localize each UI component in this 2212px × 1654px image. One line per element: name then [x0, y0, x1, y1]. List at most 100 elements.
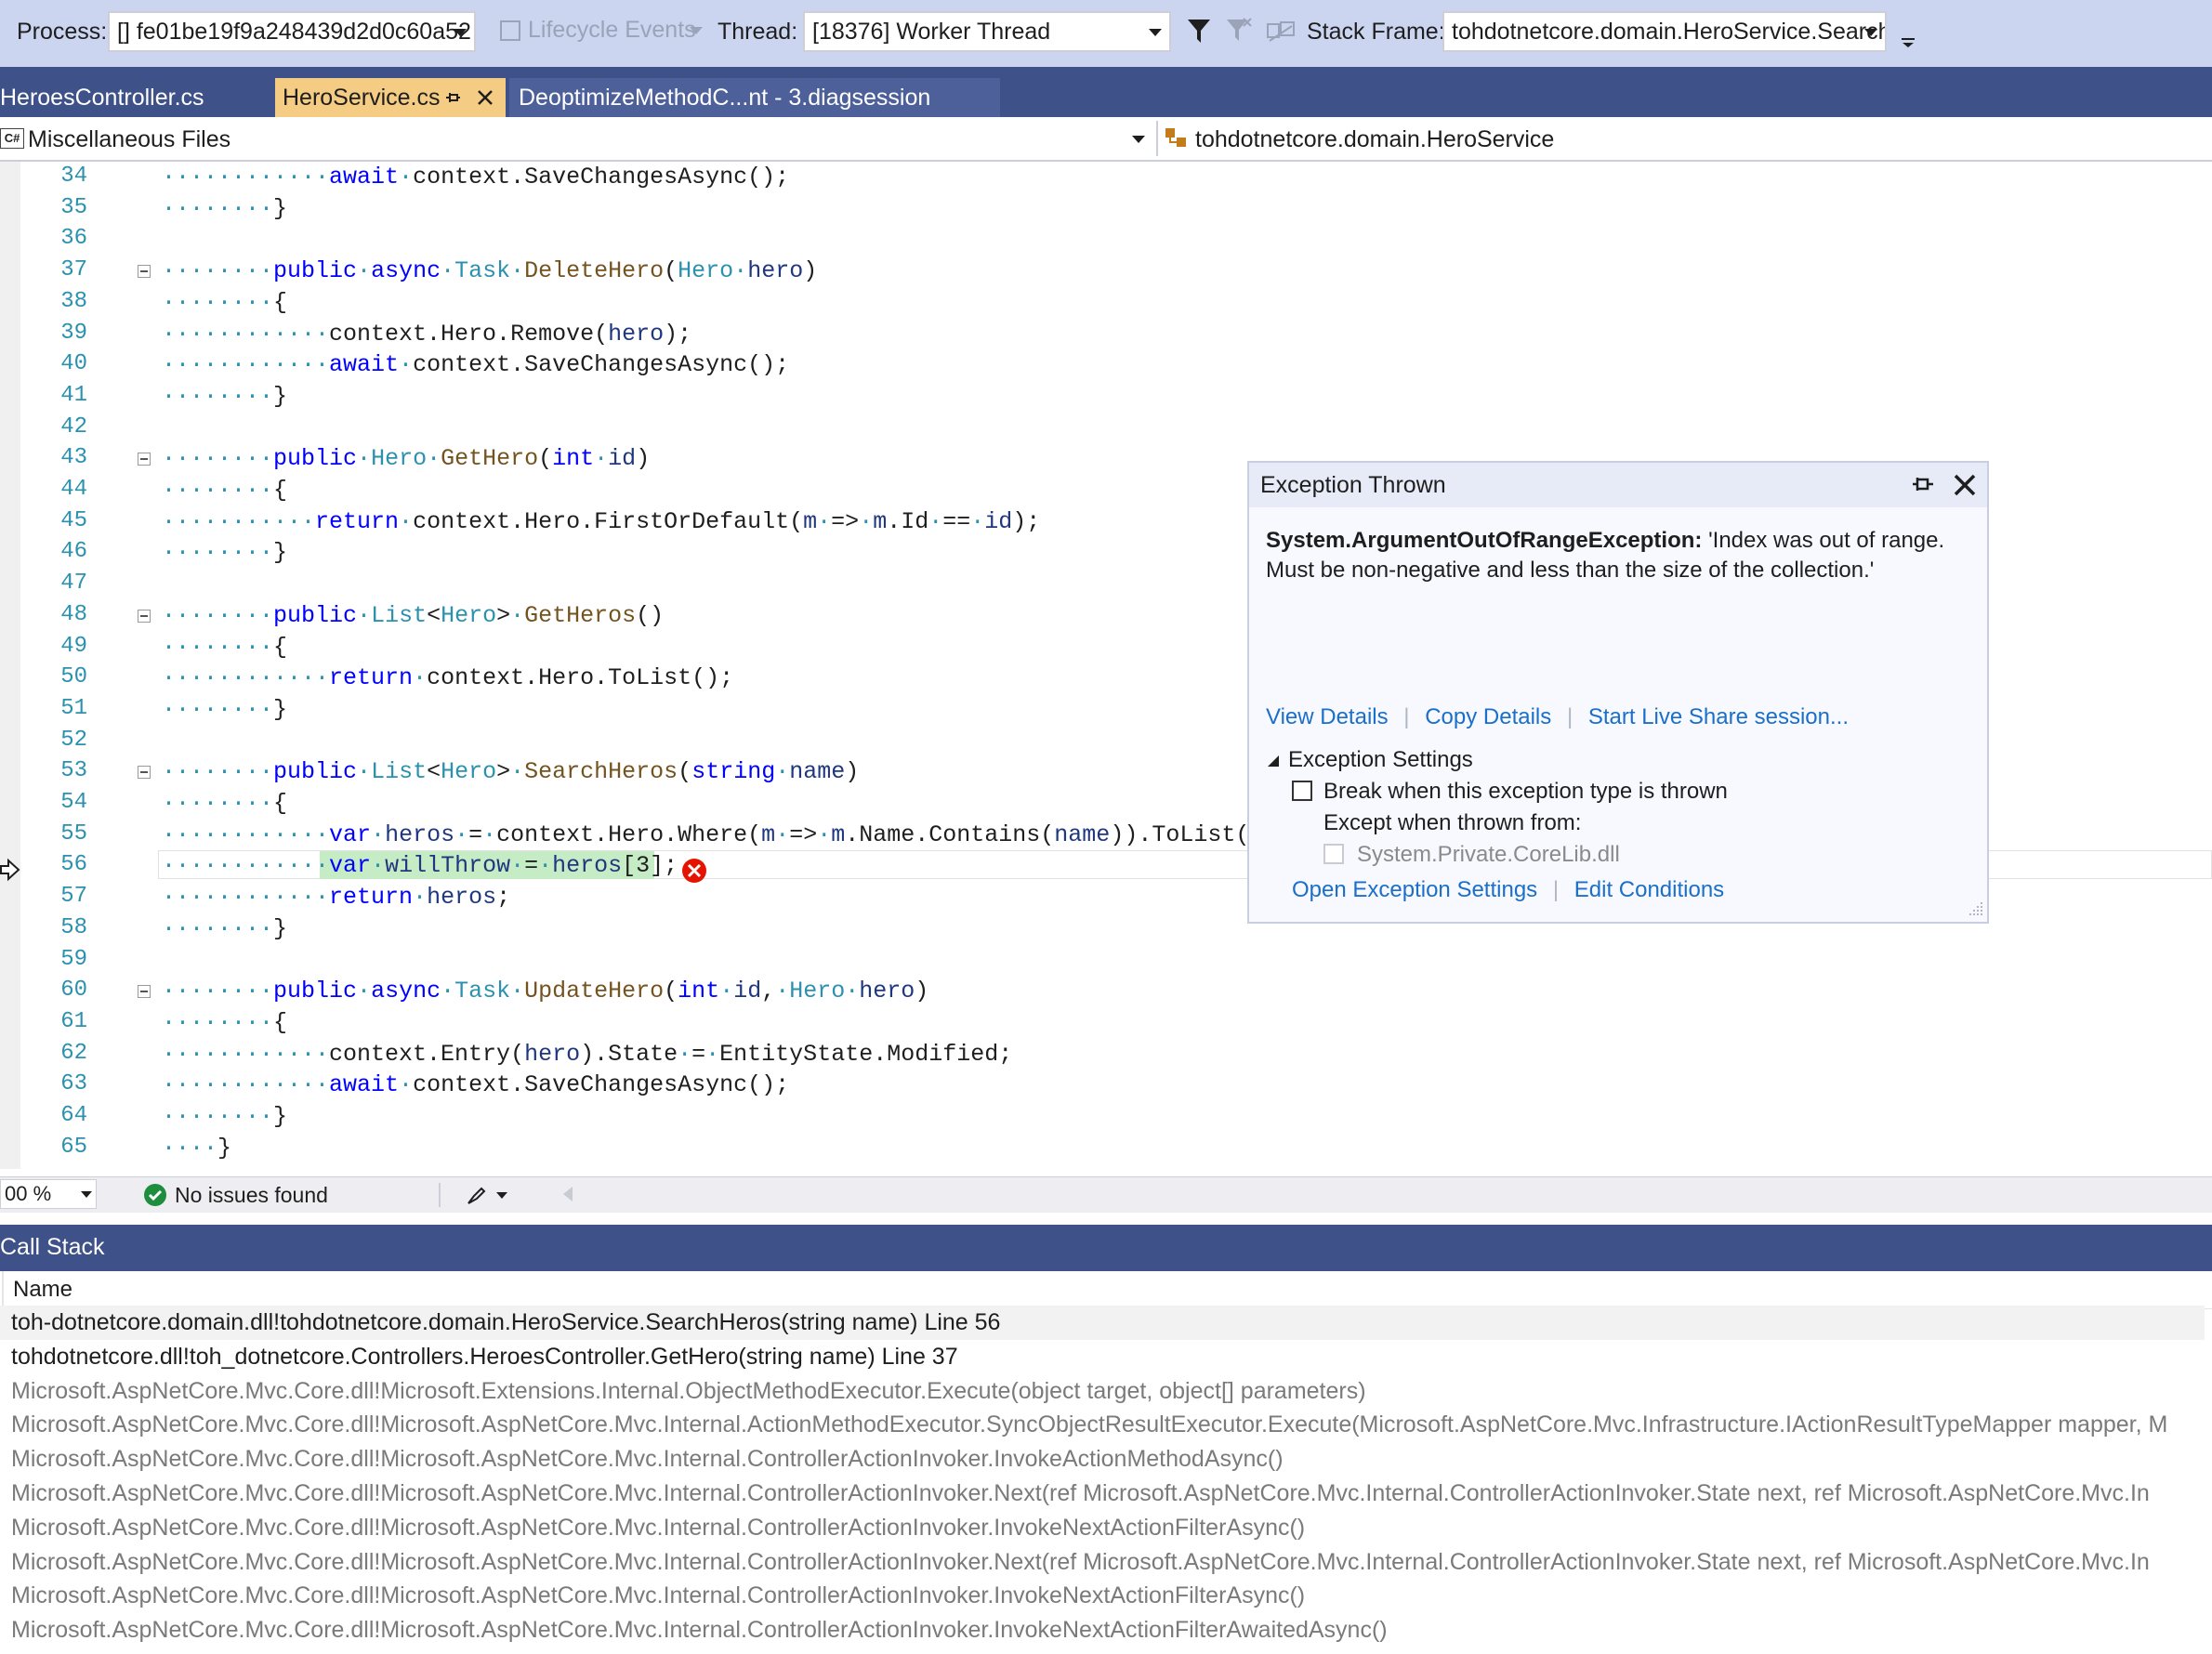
filter-remove-icon[interactable]: [1225, 17, 1253, 46]
filter-icon[interactable]: [1186, 17, 1212, 46]
call-stack-row[interactable]: Microsoft.AspNetCore.Mvc.Core.dll!Micros…: [11, 1511, 2205, 1545]
flag-threads-icon[interactable]: [1266, 19, 1296, 45]
close-icon[interactable]: [476, 88, 494, 107]
call-stack-row[interactable]: Microsoft.AspNetCore.Mvc.Core.dll!Micros…: [11, 1545, 2205, 1580]
collapse-toggle[interactable]: [138, 609, 151, 623]
code-line: ············context.Hero.Remove(hero);: [162, 320, 692, 348]
code-line: ········{: [162, 790, 288, 817]
line-number: 40: [60, 351, 87, 377]
debug-location-toolbar: Process: [] fe01be19f9a248439d2d0c60a52 …: [0, 0, 2212, 67]
thread-dropdown[interactable]: [18376] Worker Thread: [803, 11, 1171, 52]
lifecycle-label: Lifecycle Events: [528, 17, 696, 43]
collapse-toggle[interactable]: [138, 265, 151, 279]
expander-icon: [1268, 755, 1279, 767]
line-number: 60: [60, 978, 87, 1004]
view-details-link[interactable]: View Details: [1266, 704, 1389, 729]
line-number: 39: [60, 320, 87, 346]
chevron-down-icon: [1132, 136, 1145, 143]
edit-conditions-link[interactable]: Edit Conditions: [1574, 877, 1724, 902]
class-dropdown[interactable]: tohdotnetcore.domain.HeroService: [1162, 117, 2212, 160]
toolbar-overflow-icon[interactable]: [1900, 37, 1916, 48]
lifecycle-events-dropdown[interactable]: Lifecycle Events: [493, 11, 710, 52]
line-number: 59: [60, 946, 87, 972]
collapse-toggle[interactable]: [138, 766, 151, 780]
code-line: ········}: [162, 1103, 288, 1130]
pin-icon[interactable]: [444, 89, 461, 106]
separator: |: [1403, 704, 1410, 729]
collapse-toggle[interactable]: [138, 985, 151, 999]
tab-diagsession[interactable]: DeoptimizeMethodC...nt - 3.diagsession: [509, 78, 1000, 117]
call-stack-row-current[interactable]: toh-dotnetcore.domain.dll!tohdotnetcore.…: [0, 1306, 2205, 1340]
call-stack-row[interactable]: tohdotnetcore.dll!toh_dotnetcore.Control…: [11, 1340, 2205, 1374]
call-stack-row[interactable]: Microsoft.AspNetCore.Mvc.Core.dll!Micros…: [11, 1374, 2205, 1409]
process-dropdown[interactable]: [] fe01be19f9a248439d2d0c60a52: [108, 11, 476, 52]
scroll-left-icon[interactable]: [563, 1187, 573, 1201]
line-number: 52: [60, 727, 87, 753]
copy-details-link[interactable]: Copy Details: [1425, 704, 1551, 729]
code-line: ········{: [162, 288, 288, 316]
tab-label: HeroesController.cs: [0, 85, 204, 111]
status-divider: [439, 1183, 441, 1207]
code-line: ········{: [162, 633, 288, 661]
code-line: ············await·context.SaveChangesAsy…: [162, 1071, 790, 1099]
call-stack-row[interactable]: Microsoft.AspNetCore.Mvc.Core.dll!Micros…: [11, 1579, 2205, 1613]
resize-grip-icon[interactable]: [1967, 899, 1985, 918]
code-line: ········public·async·Task·DeleteHero(Her…: [162, 257, 818, 285]
stack-frame-dropdown[interactable]: tohdotnetcore.domain.HeroService.SearchH: [1442, 11, 1887, 52]
stack-frame-label: Stack Frame:: [1307, 19, 1445, 45]
call-stack-title: Call Stack: [0, 1234, 105, 1260]
line-number: 44: [60, 477, 87, 502]
tab-label: HeroService.cs: [283, 85, 441, 111]
error-icon[interactable]: [680, 857, 708, 885]
line-number: 50: [60, 664, 87, 690]
thread-label: Thread:: [718, 19, 798, 45]
code-line: ········{: [162, 477, 288, 504]
indicator-margin[interactable]: [0, 162, 20, 1176]
line-number: 41: [60, 382, 87, 408]
exception-message-line2: Must be non-negative and less than the s…: [1266, 558, 1875, 583]
zoom-dropdown[interactable]: 00 %: [0, 1179, 97, 1209]
tab-heroservice[interactable]: HeroService.cs: [275, 78, 506, 117]
project-dropdown[interactable]: C# Miscellaneous Files: [0, 117, 1151, 160]
chevron-down-icon: [81, 1191, 92, 1198]
code-line: ············await·context.SaveChangesAsy…: [162, 164, 790, 190]
current-statement-arrow-icon: [0, 858, 20, 882]
line-number: 56: [60, 852, 87, 878]
break-when-thrown-label: Break when this exception type is thrown: [1323, 779, 1728, 804]
live-share-link[interactable]: Start Live Share session...: [1588, 704, 1849, 729]
collapse-toggle[interactable]: [138, 453, 151, 466]
code-line: ····}: [162, 1134, 232, 1162]
thread-value: [18376] Worker Thread: [812, 19, 1051, 45]
chevron-down-icon: [1149, 29, 1162, 36]
column-divider: [2, 1271, 4, 1308]
tab-heroescontroller[interactable]: HeroesController.cs: [0, 78, 275, 117]
call-stack-row[interactable]: Microsoft.AspNetCore.Mvc.Core.dll!Micros…: [11, 1613, 2205, 1647]
code-cleanup-icon[interactable]: [465, 1183, 513, 1207]
code-line: ········}: [162, 194, 288, 222]
line-number: 48: [60, 601, 87, 627]
check-circle-icon: [144, 1184, 166, 1206]
process-label: Process:: [17, 19, 108, 45]
corelib-label: System.Private.CoreLib.dll: [1357, 842, 1620, 867]
column-name-header[interactable]: Name: [13, 1277, 72, 1303]
code-line: ············await·context.SaveChangesAsy…: [162, 351, 790, 379]
call-stack-row[interactable]: Microsoft.AspNetCore.Mvc.Core.dll!Micros…: [11, 1442, 2205, 1477]
close-icon[interactable]: [1952, 472, 1978, 498]
pin-icon[interactable]: [1911, 474, 1935, 494]
call-stack-row[interactable]: Microsoft.AspNetCore.Mvc.Core.dll!Micros…: [11, 1477, 2205, 1511]
break-when-thrown-checkbox[interactable]: [1292, 781, 1312, 801]
stack-frame-value: tohdotnetcore.domain.HeroService.SearchH: [1452, 19, 1887, 45]
line-number: 64: [60, 1103, 87, 1128]
line-number: 61: [60, 1008, 87, 1034]
exception-actions: View Details | Copy Details | Start Live…: [1266, 704, 1849, 730]
issues-status[interactable]: No issues found: [175, 1183, 328, 1208]
call-stack-row[interactable]: Microsoft.AspNetCore.Mvc.Core.dll!Micros…: [11, 1408, 2205, 1442]
process-value: [] fe01be19f9a248439d2d0c60a52: [117, 19, 471, 45]
line-number: 45: [60, 507, 87, 533]
open-exception-settings-link[interactable]: Open Exception Settings: [1292, 877, 1537, 902]
code-line: ········public·List<Hero>·SearchHeros(st…: [162, 758, 860, 786]
exception-settings-expander[interactable]: Exception Settings: [1268, 747, 1473, 773]
exception-message: System.ArgumentOutOfRangeException: 'Ind…: [1266, 526, 1972, 585]
corelib-checkbox[interactable]: [1323, 844, 1344, 864]
line-number: 47: [60, 571, 87, 597]
